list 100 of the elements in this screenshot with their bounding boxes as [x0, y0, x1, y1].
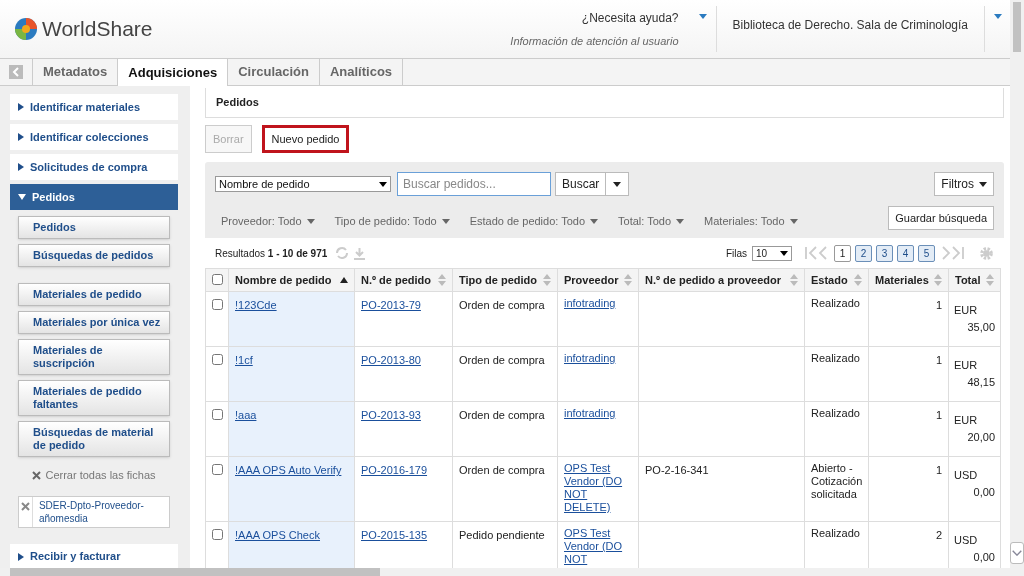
sidebar-section[interactable]: Recibir y facturar	[10, 543, 178, 568]
caret-icon	[780, 250, 788, 256]
settings-icon[interactable]	[979, 245, 994, 261]
first-page-icon[interactable]	[804, 246, 830, 260]
column-header[interactable]: Total	[948, 268, 1001, 292]
last-page-icon[interactable]	[939, 246, 965, 260]
facet-filter[interactable]: Proveedor: Todo	[221, 213, 315, 230]
order-number-link[interactable]: PO-2016-179	[361, 464, 428, 476]
order-name-link[interactable]: !aaa	[235, 409, 257, 421]
sidebar-item[interactable]: Búsquedas de pedidos	[18, 244, 170, 267]
close-all-tabs-link[interactable]: Cerrar todas las fichas	[32, 467, 156, 484]
saved-search-label[interactable]: SDER-Dpto-Proveedor-añomesdia	[32, 496, 169, 527]
order-number-link[interactable]: PO-2013-93	[361, 409, 421, 421]
library-name: Biblioteca de Derecho. Sala de Criminología	[731, 17, 969, 34]
facet-filter[interactable]: Materiales: Todo	[704, 213, 798, 230]
select-all-checkbox[interactable]	[211, 274, 223, 285]
tab[interactable]: Circulación	[228, 59, 320, 85]
action-button[interactable]: Nuevo pedido	[261, 125, 350, 153]
page-button[interactable]: 1	[834, 244, 851, 262]
download-icon[interactable]	[353, 246, 367, 260]
vendor-link[interactable]: infotrading	[564, 407, 632, 420]
close-icon	[32, 470, 42, 480]
vendor-link[interactable]: infotrading	[564, 297, 632, 310]
table-cell: 1	[868, 401, 949, 457]
rows-select[interactable]: 10	[752, 245, 792, 261]
column-header[interactable]: Estado	[804, 268, 869, 292]
order-name-link[interactable]: !1cf	[235, 354, 253, 366]
sidebar-item[interactable]: Materiales de pedido faltantes	[18, 380, 170, 416]
save-search-button[interactable]: Guardar búsqueda	[888, 206, 994, 230]
order-name-link[interactable]: !AAA OPS Auto Verify	[235, 464, 342, 476]
close-icon[interactable]	[20, 501, 30, 511]
scrollbar-thumb[interactable]	[1013, 2, 1021, 52]
amount: 0,00	[973, 485, 995, 500]
sidebar-section[interactable]: Solicitudes de compra	[10, 154, 178, 180]
search-field[interactable]: Buscar pedidos...	[397, 172, 551, 196]
table-cell: 1	[868, 291, 949, 347]
facet-filter[interactable]: Tipo de pedido: Todo	[334, 213, 450, 230]
chevron-down-icon	[1012, 550, 1022, 556]
page-button[interactable]: 4	[897, 244, 914, 262]
caret-icon	[993, 14, 1002, 19]
column-header[interactable]: Proveedor	[557, 268, 639, 292]
results-count: Resultados 1 - 10 de 971	[215, 246, 328, 261]
order-number-link[interactable]: PO-2013-79	[361, 299, 421, 311]
filters-button[interactable]: Filtros	[934, 172, 994, 196]
sidebar-item[interactable]: Materiales de suscripción	[18, 339, 170, 375]
search-options-button[interactable]	[606, 172, 630, 196]
order-number-link[interactable]: PO-2015-135	[361, 529, 428, 541]
page-button[interactable]: 5	[918, 244, 935, 262]
row-checkbox[interactable]	[211, 299, 223, 310]
horizontal-scrollbar[interactable]	[0, 568, 1010, 576]
currency: USD	[954, 468, 978, 483]
column-header[interactable]: Nombre de pedido	[228, 268, 355, 292]
caret-icon	[379, 181, 387, 187]
order-number-link[interactable]: PO-2013-80	[361, 354, 421, 366]
help-subtitle: Información de atención al usuario	[510, 33, 679, 49]
row-checkbox[interactable]	[211, 354, 223, 365]
search-scope-select[interactable]: Nombre de pedido	[215, 176, 391, 192]
scroll-down-button[interactable]	[1010, 542, 1024, 564]
table-cell: Orden de compra	[452, 291, 558, 347]
row-checkbox[interactable]	[211, 529, 223, 540]
sidebar-item[interactable]: Pedidos	[18, 216, 170, 239]
order-name-link[interactable]: !123Cde	[235, 299, 277, 311]
caret-icon	[676, 218, 685, 224]
column-header[interactable]: Materiales	[868, 268, 949, 292]
vertical-scrollbar[interactable]	[1010, 0, 1024, 576]
vendor-link[interactable]: infotrading	[564, 352, 632, 365]
facet-filter[interactable]: Estado de pedido: Todo	[469, 213, 599, 230]
search-button[interactable]: Buscar	[555, 172, 607, 196]
page-button[interactable]: 3	[876, 244, 893, 262]
sidebar-section[interactable]: Identificar materiales	[10, 94, 178, 120]
page-button[interactable]: 2	[855, 244, 872, 262]
column-header[interactable]: N.º de pedido	[354, 268, 453, 292]
sidebar-section[interactable]: Identificar colecciones	[10, 124, 178, 150]
facet-filter[interactable]: Total: Todo	[618, 213, 685, 230]
refresh-icon[interactable]	[335, 246, 350, 260]
panel-title: Pedidos	[216, 95, 259, 111]
row-checkbox[interactable]	[211, 409, 223, 420]
currency: USD	[954, 533, 978, 548]
order-name-link[interactable]: !AAA OPS Check	[235, 529, 320, 541]
logo-icon	[14, 17, 38, 41]
currency: EUR	[954, 413, 978, 428]
tab[interactable]: Adquisiciones	[118, 59, 229, 86]
rows-label: Filas	[725, 246, 747, 261]
sidebar-item[interactable]: Búsquedas de material de pedido	[18, 421, 170, 457]
sidebar-item[interactable]: Materiales de pedido	[18, 283, 170, 306]
column-header[interactable]: Tipo de pedido	[452, 268, 558, 292]
saved-search-tab[interactable]: SDER-Dpto-Proveedor-añomesdia	[18, 495, 170, 528]
collapse-icon	[9, 65, 23, 79]
help-link[interactable]: ¿Necesita ayuda?	[581, 8, 679, 27]
amount: 48,15	[967, 375, 995, 390]
column-header[interactable]: N.º de pedido a proveedor	[638, 268, 805, 292]
currency: EUR	[954, 358, 978, 373]
table-cell: 1	[868, 346, 949, 402]
sidebar-section[interactable]: Pedidos	[10, 184, 178, 210]
tab[interactable]: Analíticos	[319, 59, 404, 85]
table-cell: PO-2-16-341	[638, 456, 805, 522]
amount: 35,00	[967, 320, 995, 335]
sidebar-item[interactable]: Materiales por única vez	[18, 311, 170, 334]
row-checkbox[interactable]	[211, 464, 223, 475]
table-cell: Orden de compra	[452, 401, 558, 457]
